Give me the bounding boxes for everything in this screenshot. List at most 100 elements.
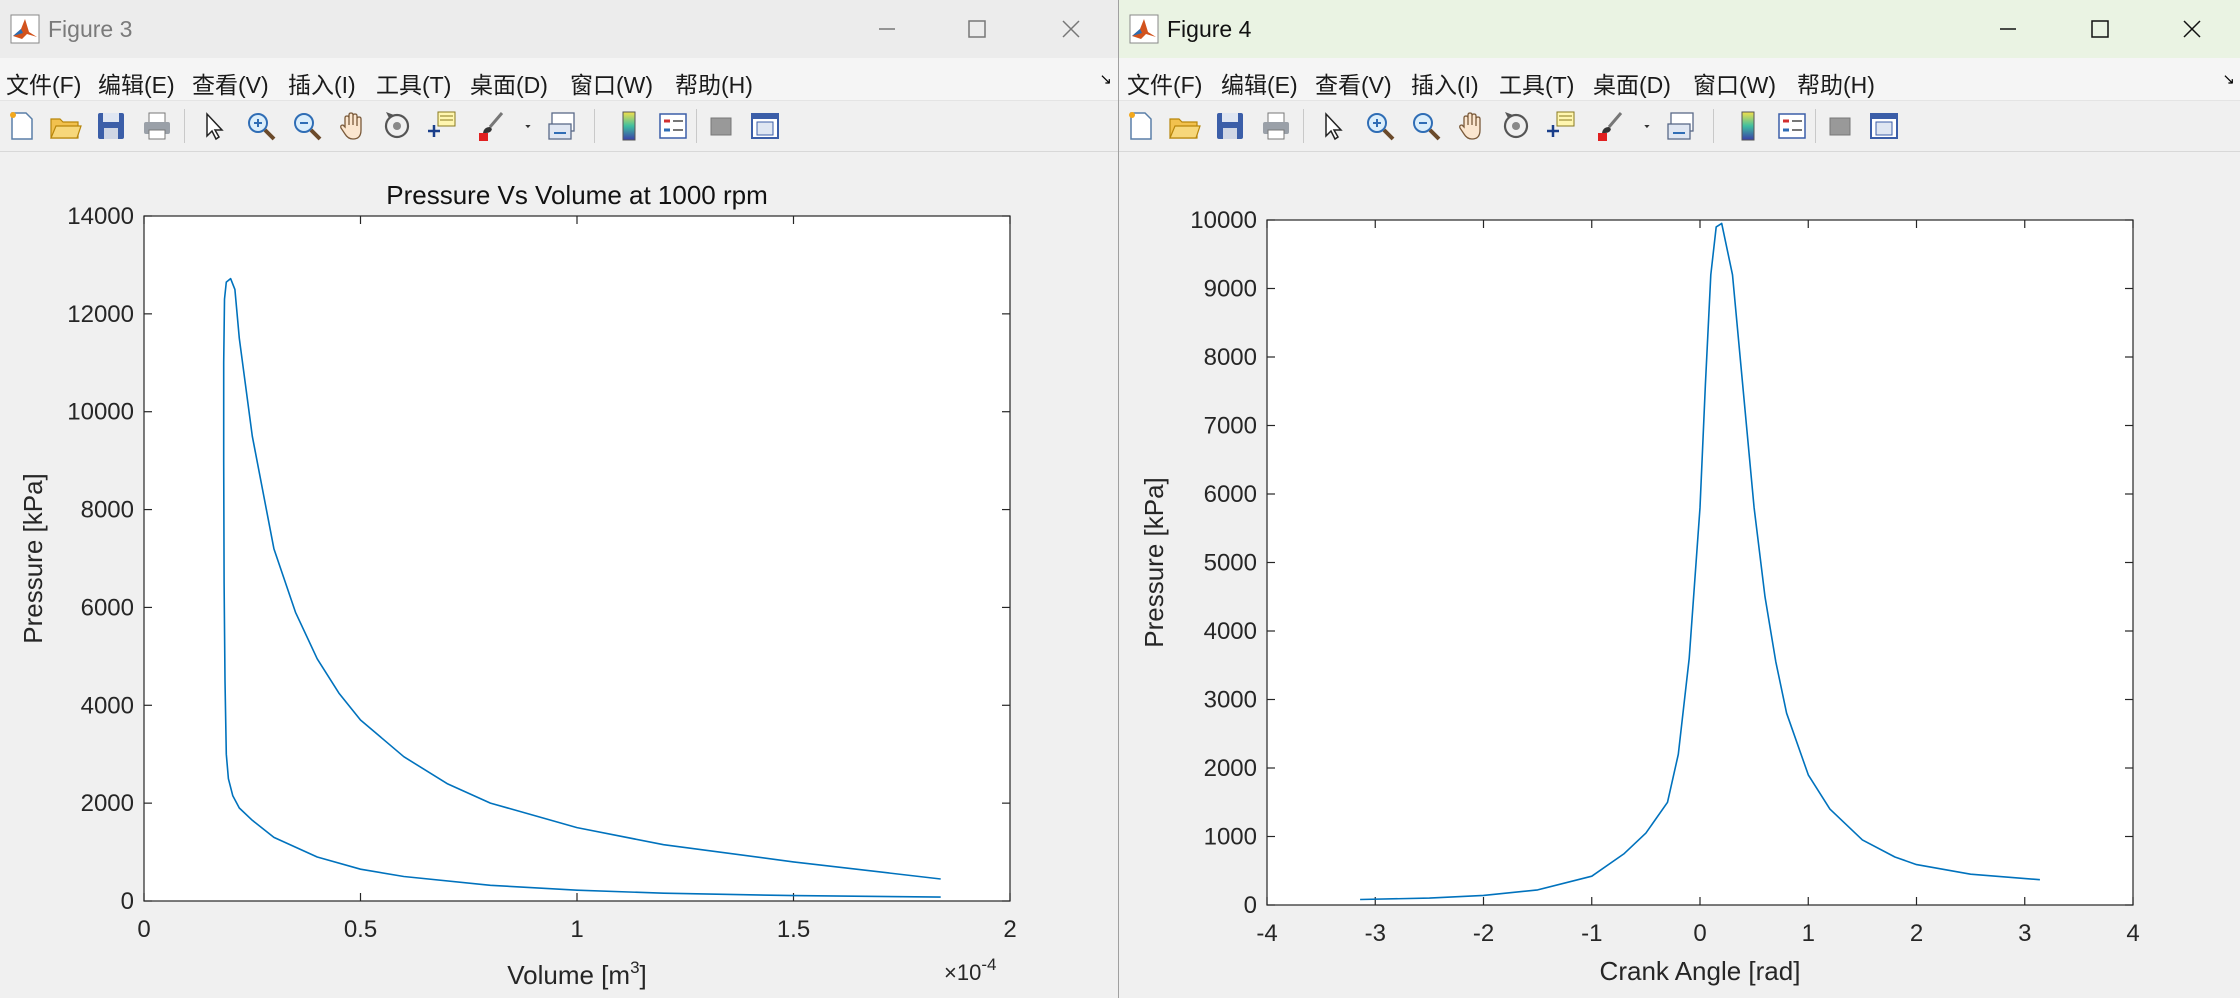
menu-file[interactable]: 文件(F) xyxy=(6,66,81,100)
dock-arrow-icon[interactable]: ↘ xyxy=(1099,70,1112,88)
menu-view[interactable]: 查看(V) xyxy=(192,66,269,100)
pressure-crank-chart[interactable]: -4 -3 -2 -1 0 1 2 3 4 0 1000 2000 3000 4000 5000 6000 70… xyxy=(1119,150,2240,998)
menu-file[interactable]: 文件(F) xyxy=(1127,66,1202,100)
matlab-logo-icon xyxy=(10,14,40,44)
close-icon xyxy=(2183,20,2201,38)
menu-tools[interactable]: 工具(T) xyxy=(376,66,451,100)
y-tick-label: 8000 xyxy=(1204,344,1257,371)
menu-help[interactable]: 帮助(H) xyxy=(1797,66,1875,100)
x-tick-label: -4 xyxy=(1256,920,1277,947)
brush-icon[interactable] xyxy=(474,109,508,143)
x-tick-label: 0.5 xyxy=(344,916,377,943)
dock-arrow-icon[interactable]: ↘ xyxy=(2222,70,2235,88)
pan-hand-icon[interactable] xyxy=(336,109,370,143)
colorbar-icon[interactable] xyxy=(612,109,646,143)
title-bar[interactable]: Figure 4 xyxy=(1119,0,2240,58)
x-tick-label: -3 xyxy=(1365,920,1386,947)
y-tick-label: 4000 xyxy=(1204,618,1257,645)
legend-icon[interactable] xyxy=(656,109,690,143)
legend-icon[interactable] xyxy=(1775,109,1809,143)
hide-plot-tools-icon[interactable] xyxy=(704,109,738,143)
colorbar-icon[interactable] xyxy=(1731,109,1765,143)
menu-bar: 文件(F) 编辑(E) 查看(V) 插入(I) 工具(T) 桌面(D) 窗口(W… xyxy=(1119,58,2240,100)
menu-edit[interactable]: 编辑(E) xyxy=(1221,66,1298,100)
link-plot-icon[interactable] xyxy=(546,109,580,143)
open-file-icon[interactable] xyxy=(48,109,82,143)
x-exponent-label: ×10-4 xyxy=(944,955,996,985)
axes-box xyxy=(143,215,1011,902)
y-tick-label: 8000 xyxy=(81,497,134,524)
y-tick-label: 3000 xyxy=(1204,687,1257,714)
x-tick-label: 1 xyxy=(570,916,583,943)
x-tick-label: -2 xyxy=(1473,920,1494,947)
y-tick-label: 0 xyxy=(121,888,134,915)
plot-area: 0 0.5 1 1.5 2 0 2000 4000 6000 8000 10000 12000 1400… xyxy=(0,150,1118,998)
pan-hand-icon[interactable] xyxy=(1455,109,1489,143)
print-icon[interactable] xyxy=(1259,109,1293,143)
y-tick-label: 6000 xyxy=(1204,481,1257,508)
x-axis-label: Volume [m3] xyxy=(507,958,647,990)
zoom-out-icon[interactable] xyxy=(1409,109,1443,143)
y-tick-label: 9000 xyxy=(1204,276,1257,303)
pv-chart[interactable]: 0 0.5 1 1.5 2 0 2000 4000 6000 8000 10000 12000 1400… xyxy=(0,150,1118,998)
toolbar-separator xyxy=(1815,109,1816,143)
chart-title: Pressure Vs Volume at 1000 rpm xyxy=(386,180,768,210)
y-tick-label: 2000 xyxy=(1204,755,1257,782)
menu-insert[interactable]: 插入(I) xyxy=(288,66,356,100)
menu-view[interactable]: 查看(V) xyxy=(1315,66,1392,100)
save-icon[interactable] xyxy=(1213,109,1247,143)
print-icon[interactable] xyxy=(140,109,174,143)
y-tick-label: 6000 xyxy=(81,594,134,621)
show-plot-tools-icon[interactable] xyxy=(1867,109,1901,143)
hide-plot-tools-icon[interactable] xyxy=(1823,109,1857,143)
menu-window[interactable]: 窗口(W) xyxy=(570,66,653,100)
figure-4-window: Figure 4 文件(F) 编辑(E) 查看(V) 插入(I) 工具(T) 桌… xyxy=(1118,0,2240,998)
menu-tools[interactable]: 工具(T) xyxy=(1499,66,1574,100)
brush-icon[interactable] xyxy=(1593,109,1627,143)
new-figure-icon[interactable] xyxy=(4,109,38,143)
x-tick-label: 4 xyxy=(2126,920,2139,947)
toolbar-separator xyxy=(184,109,185,143)
menu-desktop[interactable]: 桌面(D) xyxy=(1593,66,1671,100)
select-arrow-icon[interactable] xyxy=(1315,109,1349,143)
title-bar[interactable]: Figure 3 xyxy=(0,0,1118,58)
menu-desktop[interactable]: 桌面(D) xyxy=(470,66,548,100)
rotate-3d-icon[interactable] xyxy=(1499,109,1533,143)
menu-help[interactable]: 帮助(H) xyxy=(675,66,753,100)
window-title: Figure 3 xyxy=(48,16,133,42)
rotate-3d-icon[interactable] xyxy=(380,109,414,143)
open-file-icon[interactable] xyxy=(1167,109,1201,143)
new-figure-icon[interactable] xyxy=(1123,109,1157,143)
data-cursor-icon[interactable] xyxy=(1543,109,1577,143)
figure-3-window: Figure 3 文件(F) 编辑(E) 查看(V) 插入(I) 工具(T) 桌… xyxy=(0,0,1119,998)
data-cursor-icon[interactable] xyxy=(424,109,458,143)
zoom-out-icon[interactable] xyxy=(290,109,324,143)
zoom-in-icon[interactable] xyxy=(1363,109,1397,143)
y-tick-label: 5000 xyxy=(1204,550,1257,577)
show-plot-tools-icon[interactable] xyxy=(748,109,782,143)
x-tick-label: 3 xyxy=(2018,920,2031,947)
minimize-button[interactable] xyxy=(864,6,910,52)
window-title: Figure 4 xyxy=(1167,16,1252,42)
brush-dropdown-icon[interactable] xyxy=(1639,109,1657,143)
close-icon xyxy=(1062,20,1080,38)
menu-window[interactable]: 窗口(W) xyxy=(1693,66,1776,100)
close-button[interactable] xyxy=(1048,6,1094,52)
menu-bar: 文件(F) 编辑(E) 查看(V) 插入(I) 工具(T) 桌面(D) 窗口(W… xyxy=(0,58,1118,100)
link-plot-icon[interactable] xyxy=(1665,109,1699,143)
x-tick-label: -1 xyxy=(1581,920,1602,947)
close-button[interactable] xyxy=(2169,6,2215,52)
zoom-in-icon[interactable] xyxy=(244,109,278,143)
axes-box xyxy=(1266,219,2134,906)
toolbar-separator xyxy=(1713,109,1714,143)
select-arrow-icon[interactable] xyxy=(196,109,230,143)
minimize-button[interactable] xyxy=(1985,6,2031,52)
maximize-button[interactable] xyxy=(954,6,1000,52)
save-icon[interactable] xyxy=(94,109,128,143)
menu-edit[interactable]: 编辑(E) xyxy=(98,66,175,100)
maximize-button[interactable] xyxy=(2077,6,2123,52)
menu-insert[interactable]: 插入(I) xyxy=(1411,66,1479,100)
maximize-icon xyxy=(968,20,986,38)
matlab-logo-icon xyxy=(1129,14,1159,44)
brush-dropdown-icon[interactable] xyxy=(520,109,538,143)
